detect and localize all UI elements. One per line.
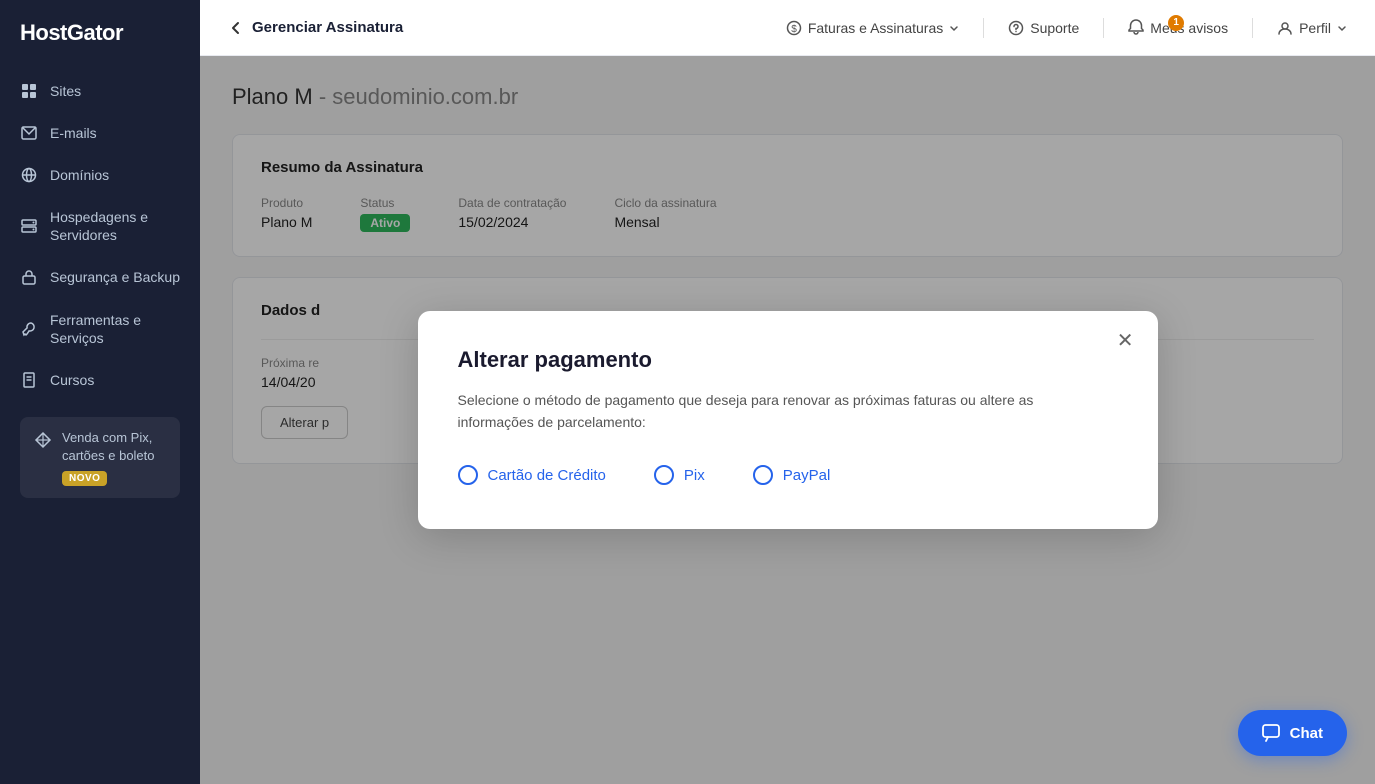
sidebar-item-label: Domínios xyxy=(50,167,109,183)
radio-paypal xyxy=(753,465,773,485)
nav-divider2 xyxy=(1103,18,1104,38)
sidebar-item-cursos[interactable]: Cursos xyxy=(0,359,200,401)
chat-label: Chat xyxy=(1290,725,1323,742)
faturas-nav[interactable]: $ Faturas e Assinaturas xyxy=(786,20,959,36)
sidebar-item-label: Segurança e Backup xyxy=(50,268,180,286)
sidebar-item-sites[interactable]: Sites xyxy=(0,70,200,112)
payment-options: Cartão de Crédito Pix PayPal xyxy=(458,465,1118,485)
sidebar-item-label: Cursos xyxy=(50,372,94,388)
modal-description: Selecione o método de pagamento que dese… xyxy=(458,389,1058,434)
sidebar: HostGator Sites E-mails Domínios Hospeda… xyxy=(0,0,200,784)
avisos-label: Meus avisos xyxy=(1150,20,1228,36)
page-content: Plano M - seudominio.com.br Resumo da As… xyxy=(200,56,1375,784)
paypal-label: PayPal xyxy=(783,467,831,484)
notification-badge: 1 xyxy=(1168,15,1184,31)
back-button[interactable]: Gerenciar Assinatura xyxy=(228,19,403,36)
faturas-label: Faturas e Assinaturas xyxy=(808,20,943,36)
book-icon xyxy=(20,371,38,389)
pix-icon xyxy=(34,431,52,454)
lock-icon xyxy=(20,268,38,286)
globe-icon xyxy=(20,166,38,184)
profile-nav[interactable]: Perfil xyxy=(1277,20,1347,36)
grid-icon xyxy=(20,82,38,100)
wrench-icon xyxy=(20,320,38,338)
sidebar-item-ferramentas[interactable]: Ferramentas e Serviços xyxy=(0,299,200,359)
modal-close-button[interactable]: ✕ xyxy=(1113,327,1138,355)
modal-overlay: ✕ Alterar pagamento Selecione o método d… xyxy=(200,56,1375,784)
chat-icon xyxy=(1262,724,1280,742)
topbar: Gerenciar Assinatura $ Faturas e Assinat… xyxy=(200,0,1375,56)
sidebar-item-seguranca[interactable]: Segurança e Backup xyxy=(0,256,200,298)
mail-icon xyxy=(20,124,38,142)
novo-badge: NOVO xyxy=(62,471,107,486)
sidebar-item-label: E-mails xyxy=(50,125,97,141)
sidebar-item-label: Sites xyxy=(50,83,81,99)
pix-label: Pix xyxy=(684,467,705,484)
main-area: Gerenciar Assinatura $ Faturas e Assinat… xyxy=(200,0,1375,784)
topbar-nav: $ Faturas e Assinaturas Suporte 1 Meus a… xyxy=(786,18,1347,38)
sidebar-item-label: Hospedagens e Servidores xyxy=(50,208,180,244)
back-label: Gerenciar Assinatura xyxy=(252,19,403,36)
payment-option-cartao[interactable]: Cartão de Crédito xyxy=(458,465,606,485)
promo-text: Venda com Pix, cartões e boleto xyxy=(62,429,166,465)
brand-logo: HostGator xyxy=(0,0,200,70)
suporte-nav[interactable]: Suporte xyxy=(1008,20,1079,36)
payment-option-paypal[interactable]: PayPal xyxy=(753,465,831,485)
suporte-label: Suporte xyxy=(1030,20,1079,36)
radio-pix xyxy=(654,465,674,485)
chat-button[interactable]: Chat xyxy=(1238,710,1347,756)
payment-option-pix[interactable]: Pix xyxy=(654,465,705,485)
sidebar-item-hospedagens[interactable]: Hospedagens e Servidores xyxy=(0,196,200,256)
svg-text:$: $ xyxy=(791,24,797,35)
cartao-label: Cartão de Crédito xyxy=(488,467,606,484)
sidebar-item-dominios[interactable]: Domínios xyxy=(0,154,200,196)
server-icon xyxy=(20,217,38,235)
sidebar-item-emails[interactable]: E-mails xyxy=(0,112,200,154)
nav-divider xyxy=(983,18,984,38)
avisos-nav[interactable]: 1 Meus avisos xyxy=(1128,19,1228,37)
radio-cartao xyxy=(458,465,478,485)
alterar-pagamento-modal: ✕ Alterar pagamento Selecione o método d… xyxy=(418,311,1158,530)
sidebar-promo[interactable]: Venda com Pix, cartões e boleto NOVO xyxy=(20,417,180,498)
profile-label: Perfil xyxy=(1299,20,1331,36)
sidebar-item-label: Ferramentas e Serviços xyxy=(50,311,180,347)
nav-divider3 xyxy=(1252,18,1253,38)
modal-title: Alterar pagamento xyxy=(458,347,1118,373)
